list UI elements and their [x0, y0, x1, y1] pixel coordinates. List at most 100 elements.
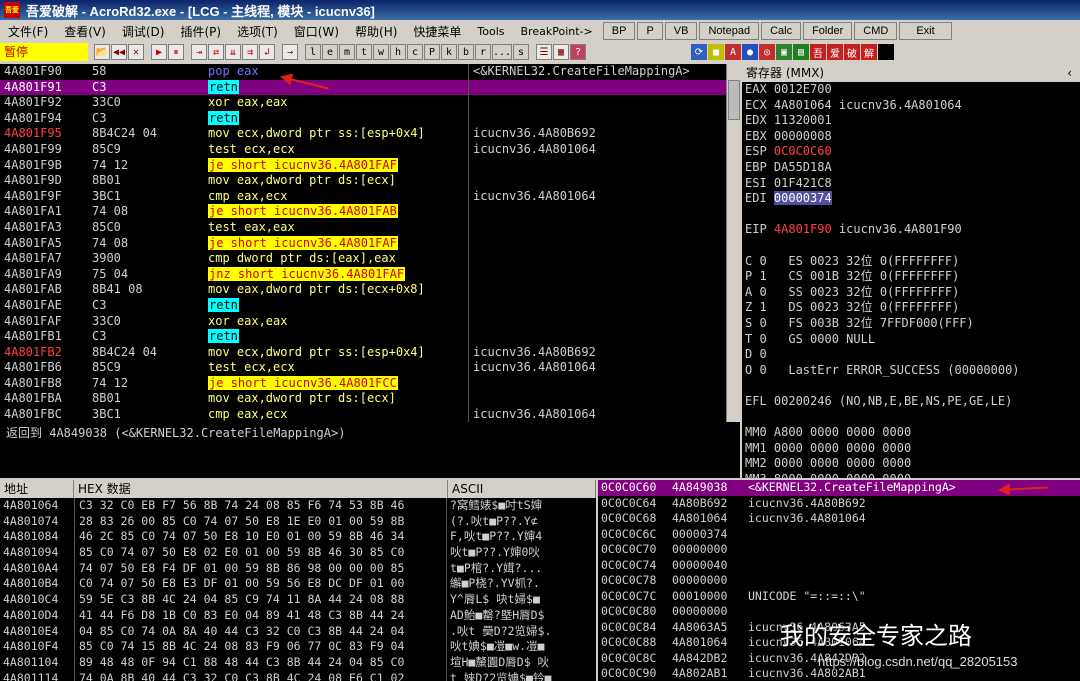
- toolbar-letter-h[interactable]: h: [390, 44, 406, 60]
- list-icon[interactable]: ☰: [536, 44, 552, 60]
- plugin-icon-2[interactable]: ●: [742, 44, 758, 60]
- toolbar-letter-m[interactable]: m: [339, 44, 355, 60]
- dump-row[interactable]: 4A801064 C3 32 C0 EB F7 56 8B 74 24 08 85…: [0, 498, 596, 514]
- toolbar-letter-w[interactable]: w: [373, 44, 389, 60]
- dump-col-ascii[interactable]: ASCII: [448, 480, 596, 498]
- folder-button[interactable]: Folder: [803, 22, 853, 40]
- disasm-row[interactable]: 4A801FA7 3900 cmp dword ptr ds:[eax],eax: [0, 251, 740, 267]
- dump-row[interactable]: 4A8010C4 59 5E C3 8B 4C 24 04 85 C9 74 11…: [0, 592, 596, 608]
- menu-breakpoint[interactable]: BreakPoint->: [513, 25, 601, 38]
- toolbar-letter-k[interactable]: k: [441, 44, 457, 60]
- dump-row[interactable]: 4A801074 28 83 26 00 85 C0 74 07 50 E8 1E…: [0, 513, 596, 530]
- trace-over-icon[interactable]: ⇉: [242, 44, 258, 60]
- toolbar-letter-c[interactable]: c: [407, 44, 423, 60]
- menu-plugins[interactable]: 插件(P): [172, 23, 229, 40]
- chevron-left-icon[interactable]: ‹: [1067, 64, 1072, 82]
- disasm-row[interactable]: 4A801FA9 75 04 jnz short icucnv36.4A801FAF: [0, 266, 740, 283]
- grid-icon[interactable]: ▦: [553, 44, 569, 60]
- disasm-row[interactable]: 4A801FAF 33C0 xor eax,eax: [0, 313, 740, 330]
- disasm-row[interactable]: 4A801F9F 3BC1 cmp eax,ecx icucnv36.4A801064: [0, 188, 740, 205]
- dump-row[interactable]: 4A801114 74 0A 8B 40 44 C3 32 C0 C3 8B 4C…: [0, 670, 596, 681]
- toolbar-letter-l[interactable]: l: [305, 44, 321, 60]
- disasm-row[interactable]: 4A801F9D 8B01 mov eax,dword ptr ds:[ecx]: [0, 173, 740, 189]
- disasm-row[interactable]: 4A801FA1 74 08 je short icucnv36.4A801FAB: [0, 204, 740, 220]
- notepad-button[interactable]: Notepad: [699, 22, 760, 40]
- dump-row[interactable]: 4A8010E4 04 85 C0 74 0A 8A 40 44 C3 32 C0…: [0, 623, 596, 640]
- toolbar-letter-p[interactable]: P: [424, 44, 440, 60]
- disasm-row[interactable]: 4A801FB2 8B4C24 04 mov ecx,dword ptr ss:[e…: [0, 344, 740, 361]
- stack-row[interactable]: 0C0C0C7C 00010000 UNICODE "=::=::\": [598, 589, 1080, 605]
- calc-button[interactable]: Calc: [761, 22, 802, 40]
- disasm-row[interactable]: 4A801F91 C3 retn: [0, 79, 740, 96]
- help-icon[interactable]: ?: [570, 44, 586, 60]
- p-button[interactable]: P: [637, 22, 663, 40]
- toolbar-letter-e[interactable]: e: [322, 44, 338, 60]
- toolbar-letter-r[interactable]: r: [475, 44, 491, 60]
- registers-pane[interactable]: 寄存器 (MMX) ‹ EAX 0012E700 ECX 4A801064 icu…: [742, 64, 1080, 478]
- stack-row[interactable]: 0C0C0C68 4A801064 icucnv36.4A801064: [598, 511, 1080, 527]
- plugin-icon-3[interactable]: ◎: [759, 44, 775, 60]
- toolbar-letter-b[interactable]: b: [458, 44, 474, 60]
- disasm-row[interactable]: 4A801F92 33C0 xor eax,eax: [0, 95, 740, 111]
- step-over-icon[interactable]: ⇄: [208, 44, 224, 60]
- disasm-row[interactable]: 4A801F90 58 pop eax <&KERNEL32.CreateFileMa…: [0, 64, 740, 80]
- menu-tools[interactable]: Tools: [469, 25, 512, 38]
- plugin-icon-1[interactable]: ■: [708, 44, 724, 60]
- plugin-icon-wu[interactable]: 吾: [810, 44, 826, 60]
- disassembly-scrollbar[interactable]: [726, 64, 740, 422]
- cmd-button[interactable]: CMD: [854, 22, 898, 40]
- run-icon[interactable]: ▶: [151, 44, 167, 60]
- dump-row[interactable]: 4A8010A4 74 07 50 E8 F4 DF 01 00 59 8B 86…: [0, 560, 596, 577]
- menu-window[interactable]: 窗口(W): [286, 23, 347, 40]
- dump-row[interactable]: 4A801094 85 C0 74 07 50 E8 02 E0 01 00 59…: [0, 545, 596, 561]
- toolbar-letter-s[interactable]: s: [513, 44, 529, 60]
- disasm-row[interactable]: 4A801FBA 8B01 mov eax,dword ptr ds:[ecx]: [0, 391, 740, 408]
- execute-till-return-icon[interactable]: ↲: [259, 44, 275, 60]
- disasm-row[interactable]: 4A801FA5 74 08 je short icucnv36.4A801FAF: [0, 235, 740, 252]
- disasm-row[interactable]: 4A801F99 85C9 test ecx,ecx icucnv36.4A80106…: [0, 141, 740, 158]
- plugin-icon-ai[interactable]: 爱: [827, 44, 843, 60]
- plugin-icon-black[interactable]: [878, 44, 894, 60]
- stack-row[interactable]: 0C0C0C64 4A80B692 icucnv36.4A80B692: [598, 496, 1080, 512]
- bp-button[interactable]: BP: [602, 22, 636, 40]
- dump-row[interactable]: 4A8010F4 85 C0 74 15 8B 4C 24 08 83 F9 06…: [0, 639, 596, 655]
- toolbar-letter-t[interactable]: t: [356, 44, 372, 60]
- menu-view[interactable]: 查看(V): [56, 23, 114, 40]
- disasm-row[interactable]: 4A801FAB 8B41 08 mov eax,dword ptr ds:[ecx…: [0, 282, 740, 298]
- plugin-icon-5[interactable]: ▤: [793, 44, 809, 60]
- goto-icon[interactable]: →: [282, 44, 298, 60]
- pause-icon[interactable]: ⏸: [168, 44, 184, 60]
- refresh-icon[interactable]: ⟳: [691, 44, 707, 60]
- stack-row[interactable]: 0C0C0C78 00000000: [598, 573, 1080, 589]
- dump-pane[interactable]: 4A801064 C3 32 C0 EB F7 56 8B 74 24 08 85…: [0, 498, 596, 681]
- menu-options[interactable]: 选项(T): [229, 23, 286, 40]
- dump-row[interactable]: 4A8010B4 C0 74 07 50 E8 E3 DF 01 00 59 56…: [0, 576, 596, 593]
- close-icon[interactable]: ✕: [128, 44, 144, 60]
- disasm-row[interactable]: 4A801FB8 74 12 je short icucnv36.4A801FCC: [0, 375, 740, 392]
- dump-col-hex[interactable]: HEX 数据: [74, 480, 448, 498]
- disassembly-pane[interactable]: 4A801F90 58 pop eax <&KERNEL32.CreateFileMa…: [0, 64, 740, 422]
- disasm-row[interactable]: 4A801FAE C3 retn: [0, 297, 740, 314]
- dump-row[interactable]: 4A801084 46 2C 85 C0 74 07 50 E8 10 E0 01…: [0, 529, 596, 546]
- rewind-icon[interactable]: ◀◀: [111, 44, 127, 60]
- stack-row[interactable]: 0C0C0C74 00000040: [598, 558, 1080, 574]
- dump-row[interactable]: 4A8010D4 41 44 F6 D8 1B C0 83 E0 04 89 41…: [0, 607, 596, 624]
- trace-into-icon[interactable]: ⇊: [225, 44, 241, 60]
- disasm-row[interactable]: 4A801FBC 3BC1 cmp eax,ecx icucnv36.4A801064: [0, 407, 740, 422]
- step-into-icon[interactable]: ⇥: [191, 44, 207, 60]
- menu-debug[interactable]: 调试(D): [114, 23, 173, 40]
- disasm-row[interactable]: 4A801FB6 85C9 test ecx,ecx icucnv36.4A80106…: [0, 360, 740, 376]
- disasm-row[interactable]: 4A801F94 C3 retn: [0, 110, 740, 127]
- plugin-icon-4[interactable]: ▣: [776, 44, 792, 60]
- dump-row[interactable]: 4A801104 89 48 48 0F 94 C1 88 48 44 C3 8B…: [0, 654, 596, 671]
- stack-row[interactable]: 0C0C0C70 00000000: [598, 542, 1080, 558]
- toolbar-letter-dots[interactable]: ...: [492, 44, 512, 60]
- disasm-row[interactable]: 4A801FA3 85C0 test eax,eax: [0, 219, 740, 236]
- dump-col-address[interactable]: 地址: [0, 480, 74, 498]
- vb-button[interactable]: VB: [664, 22, 698, 40]
- plugin-icon-jie[interactable]: 解: [861, 44, 877, 60]
- disasm-row[interactable]: 4A801F95 8B4C24 04 mov ecx,dword ptr ss:[e…: [0, 126, 740, 142]
- exit-button[interactable]: Exit: [899, 22, 952, 40]
- menu-file[interactable]: 文件(F): [0, 23, 56, 40]
- open-icon[interactable]: 📂: [94, 44, 110, 60]
